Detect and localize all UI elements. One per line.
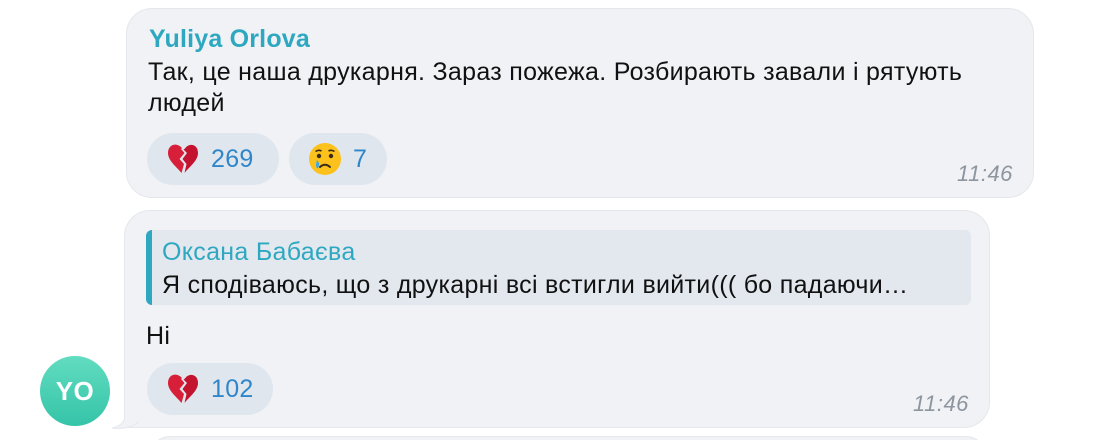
message-text: Ні [146,322,171,350]
bubble-tail [112,404,140,429]
reply-author: Оксана Бабаєва [162,238,356,266]
reaction-count: 269 [211,144,254,173]
reaction-broken-heart[interactable]: 269 [147,133,279,185]
broken-heart-icon [168,144,198,173]
reaction-count: 102 [211,374,254,403]
reply-quote[interactable]: Оксана Бабаєва Я сподіваюсь, що з друкар… [146,230,971,305]
reply-text: Я сподіваюсь, що з друкарні всі встигли … [162,271,909,299]
reaction-broken-heart[interactable]: 102 [147,363,273,415]
message-time: 11:46 [957,161,1013,186]
reaction-count: 7 [353,144,368,173]
quote-bar [146,230,152,305]
message-text: Так, це наша друкарня. Зараз пожежа. Роз… [148,58,963,117]
reaction-crying-face[interactable]: 7 [289,133,387,185]
sender-name[interactable]: Yuliya Orlova [149,25,310,54]
avatar[interactable]: YO [40,356,110,426]
crying-face-icon [309,143,341,175]
next-message-bubble [150,436,986,440]
message-bubble[interactable]: Оксана Бабаєва Я сподіваюсь, що з друкар… [124,210,990,428]
message-time: 11:46 [913,391,969,416]
chat-view: Yuliya Orlova Так, це наша друкарня. Зар… [0,0,1112,440]
message-bubble[interactable]: Yuliya Orlova Так, це наша друкарня. Зар… [126,8,1034,198]
broken-heart-icon [168,374,198,403]
